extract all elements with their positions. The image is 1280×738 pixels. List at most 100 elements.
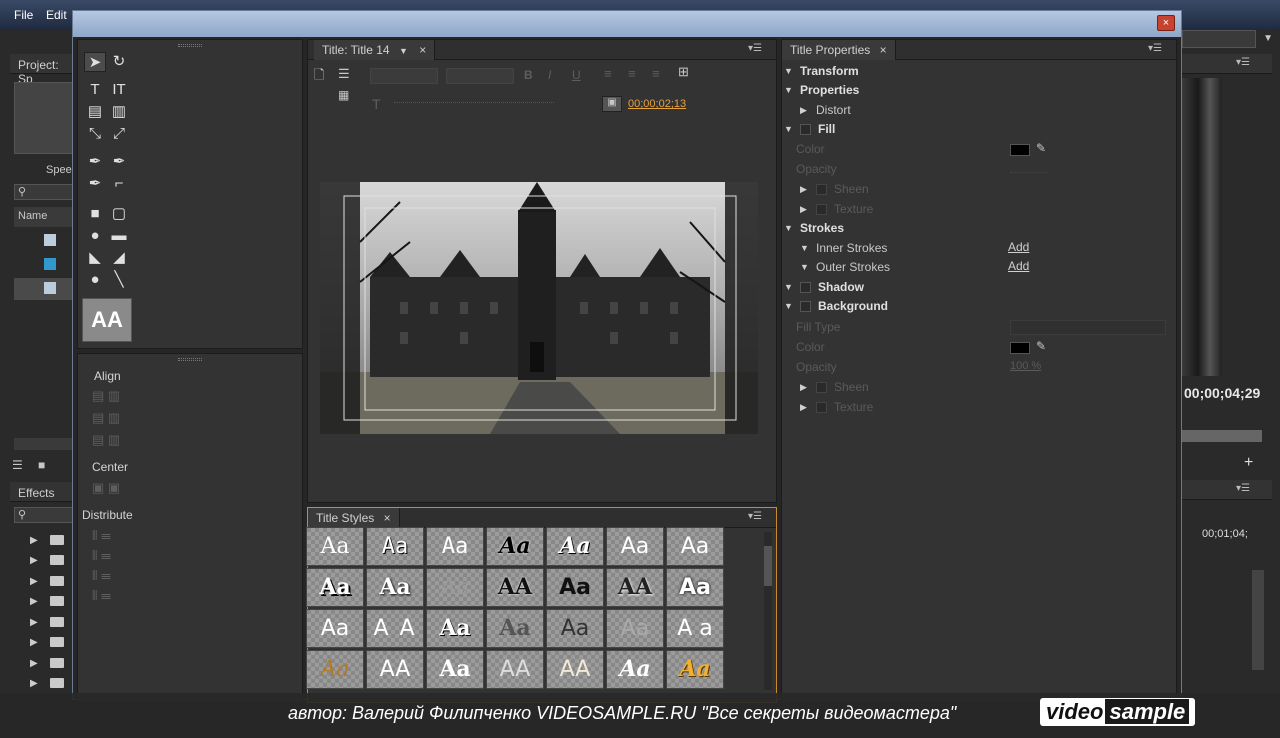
panel-grip[interactable]: [178, 44, 202, 47]
delete-anchor-tool-icon[interactable]: ✒: [108, 152, 130, 172]
title-style-swatch[interactable]: Aa: [486, 527, 544, 566]
panel-menu-icon[interactable]: ▾☰: [1236, 483, 1250, 494]
outer-strokes-row[interactable]: ▼ Outer Strokes Add: [782, 258, 1172, 277]
title-style-swatch[interactable]: Aa: [546, 609, 604, 648]
effects-folder[interactable]: ▶: [30, 596, 64, 607]
distribute-icon[interactable]: ⫴ ☰: [92, 588, 111, 604]
close-icon[interactable]: ×: [419, 43, 426, 57]
title-style-swatch[interactable]: AA: [366, 650, 424, 689]
title-style-swatch[interactable]: Aa: [606, 609, 664, 648]
kerning-controls[interactable]: [394, 102, 554, 104]
wedge-tool-icon[interactable]: ◣: [84, 248, 106, 268]
styles-scrollbar-thumb[interactable]: [764, 546, 772, 586]
distort-row[interactable]: ▶ Distort: [782, 101, 1172, 120]
title-style-swatch[interactable]: Aa: [486, 609, 544, 648]
strokes-row[interactable]: ▼ Strokes: [782, 219, 1172, 238]
close-icon[interactable]: ×: [880, 43, 887, 57]
area-type-tool-icon[interactable]: ▤: [84, 102, 106, 122]
pen-tool-icon[interactable]: ✒: [84, 152, 106, 172]
workspace-dropdown[interactable]: ▼: [1182, 30, 1273, 48]
rounded-rectangle-tool-icon[interactable]: ▢: [108, 204, 130, 224]
project-scrollbar[interactable]: [14, 438, 74, 450]
title-style-swatch[interactable]: Aa: [546, 527, 604, 566]
align-center-text-icon[interactable]: ≡: [628, 66, 636, 81]
list-view-icon[interactable]: ☰: [12, 458, 23, 472]
add-inner-stroke-link[interactable]: Add: [1008, 240, 1029, 254]
title-style-swatch[interactable]: AA: [486, 650, 544, 689]
vertical-type-tool-icon[interactable]: IT: [108, 80, 130, 100]
close-icon[interactable]: ×: [384, 511, 391, 525]
background-row[interactable]: ▼ Background: [782, 297, 1172, 316]
shadow-row[interactable]: ▼ Shadow: [782, 278, 1172, 297]
underline-icon[interactable]: U: [572, 68, 581, 82]
transform-row[interactable]: ▼ Transform: [782, 62, 1172, 81]
distribute-icon[interactable]: ⫴ ☰: [92, 568, 111, 584]
inner-strokes-row[interactable]: ▼ Inner Strokes Add: [782, 239, 1172, 258]
title-canvas[interactable]: [320, 182, 758, 434]
chevron-down-icon[interactable]: ▼: [399, 46, 408, 56]
name-column-header[interactable]: Name: [14, 207, 74, 227]
project-item-icon[interactable]: [44, 258, 56, 270]
title-style-swatch[interactable]: Aa: [666, 527, 724, 566]
title-style-swatch[interactable]: AA: [546, 650, 604, 689]
title-style-swatch[interactable]: Aa: [546, 568, 604, 607]
sheen-checkbox[interactable]: [816, 184, 827, 195]
tab-title-styles[interactable]: Title Styles ×: [308, 508, 400, 528]
center-icon[interactable]: ▣ ▣: [92, 480, 120, 496]
italic-icon[interactable]: I: [548, 68, 551, 82]
align-right-text-icon[interactable]: ≡: [652, 66, 660, 81]
convert-anchor-tool-icon[interactable]: ⌐: [108, 174, 130, 194]
title-style-swatch[interactable]: Aa: [426, 568, 484, 607]
roll-crawl-icon[interactable]: ☰: [338, 66, 350, 82]
title-style-swatch[interactable]: Aa: [426, 609, 484, 648]
title-style-swatch[interactable]: Aa: [666, 568, 724, 607]
title-style-swatch[interactable]: Aa: [426, 650, 484, 689]
align-center-icon[interactable]: ▤ ▥: [92, 410, 120, 426]
title-style-swatch[interactable]: Aa: [306, 609, 364, 648]
shadow-checkbox[interactable]: [800, 282, 811, 293]
title-style-swatch[interactable]: AA: [486, 568, 544, 607]
title-style-swatch[interactable]: Aa: [426, 527, 484, 566]
panel-grip[interactable]: [178, 358, 202, 361]
effects-folder[interactable]: ▶: [30, 637, 64, 648]
timeline-scrollbar[interactable]: [1252, 570, 1264, 670]
bold-icon[interactable]: B: [524, 68, 533, 82]
title-style-swatch[interactable]: Aa: [666, 650, 724, 689]
title-style-swatch[interactable]: Aa: [306, 650, 364, 689]
arc-tool-icon[interactable]: ◢: [108, 248, 130, 268]
menu-edit[interactable]: Edit: [46, 8, 67, 22]
eyedropper-icon[interactable]: ✎: [1036, 339, 1046, 353]
align-left-icon[interactable]: ▤ ▥: [92, 388, 120, 404]
styles-scrollbar[interactable]: [764, 532, 772, 690]
project-item-selected[interactable]: [14, 278, 74, 300]
rectangle-tool-icon[interactable]: ■: [84, 204, 106, 224]
menu-file[interactable]: File: [14, 8, 33, 22]
project-item-icon[interactable]: [44, 234, 56, 246]
title-style-swatch[interactable]: Aa: [606, 527, 664, 566]
type-tool-icon[interactable]: T: [84, 80, 106, 100]
add-anchor-tool-icon[interactable]: ✒: [84, 174, 106, 194]
project-search-input[interactable]: ⚲: [14, 184, 74, 200]
effects-folder[interactable]: ▶: [30, 555, 64, 566]
bg-texture-checkbox[interactable]: [816, 402, 827, 413]
bg-sheen-checkbox[interactable]: [816, 382, 827, 393]
properties-row[interactable]: ▼ Properties: [782, 81, 1172, 100]
selection-tool-icon[interactable]: ➤: [84, 52, 106, 72]
line-tool-icon[interactable]: ╲: [108, 270, 130, 290]
font-style-dropdown[interactable]: [446, 68, 514, 84]
align-left-text-icon[interactable]: ≡: [604, 66, 612, 81]
icon-view-icon[interactable]: ■: [38, 458, 45, 472]
background-checkbox[interactable]: [800, 301, 811, 312]
ellipse-tool-icon[interactable]: ●: [84, 226, 106, 246]
title-style-swatch[interactable]: Aa: [366, 568, 424, 607]
templates-icon[interactable]: ▦: [338, 88, 349, 102]
title-style-swatch[interactable]: Aa: [366, 527, 424, 566]
effects-folder[interactable]: ▶: [30, 535, 64, 546]
tab-title-14[interactable]: Title: Title 14 ▼ ×: [314, 40, 436, 60]
eyedropper-icon[interactable]: ✎: [1036, 141, 1046, 155]
vertical-area-type-tool-icon[interactable]: ▥: [108, 102, 130, 122]
effects-tab[interactable]: Effects: [18, 486, 54, 500]
effects-folder[interactable]: ▶: [30, 576, 64, 587]
bg-opacity-value[interactable]: 100 %: [1010, 360, 1041, 372]
title-style-swatch[interactable]: AA: [606, 568, 664, 607]
